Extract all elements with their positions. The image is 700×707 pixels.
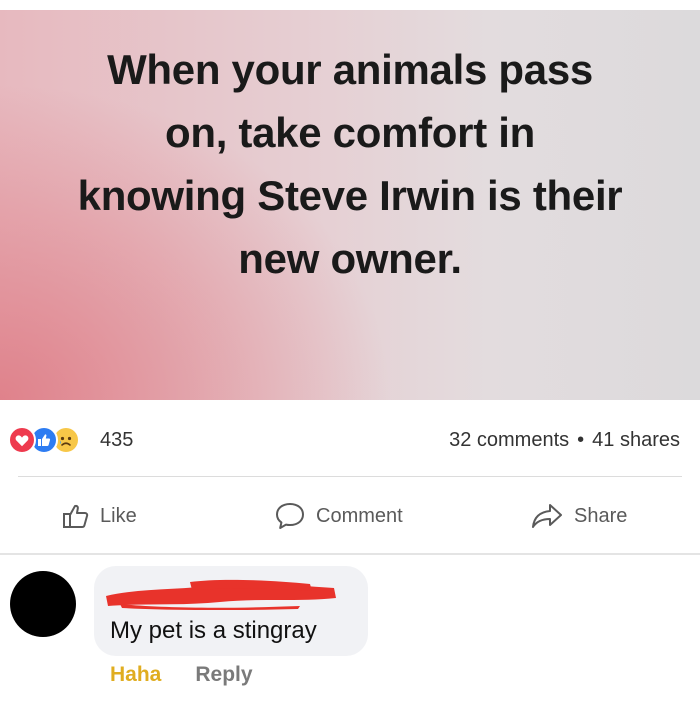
post-caption: When your animals pass on, take comfort … bbox=[20, 38, 680, 290]
caption-line: knowing Steve Irwin is their bbox=[77, 172, 623, 219]
section-divider bbox=[0, 553, 700, 555]
caption-line: on, take comfort in bbox=[164, 109, 535, 156]
share-button[interactable]: Share bbox=[530, 494, 627, 538]
caption-line: new owner. bbox=[238, 235, 462, 282]
reaction-count[interactable]: 435 bbox=[100, 426, 133, 454]
comment-actions: Haha Reply bbox=[110, 660, 253, 690]
love-icon bbox=[8, 426, 36, 454]
share-label: Share bbox=[574, 504, 628, 527]
like-button[interactable]: Like bbox=[62, 494, 137, 538]
reaction-icons[interactable] bbox=[8, 426, 98, 456]
post-actions: Like Comment Share bbox=[0, 494, 700, 538]
reactions-bar: 435 32 comments • 41 shares bbox=[0, 412, 700, 464]
shares-count[interactable]: 41 shares bbox=[592, 429, 680, 451]
share-arrow-icon bbox=[532, 504, 562, 528]
comment-label: Comment bbox=[316, 504, 403, 527]
caption-line: When your animals pass bbox=[107, 46, 593, 93]
haha-reaction-button[interactable]: Haha bbox=[110, 663, 161, 686]
divider bbox=[18, 476, 682, 477]
thumbs-up-icon bbox=[63, 504, 89, 528]
top-strip bbox=[0, 0, 700, 10]
post-image[interactable]: When your animals pass on, take comfort … bbox=[0, 0, 700, 400]
comment-bubble[interactable]: My pet is a stingray bbox=[94, 566, 368, 656]
comment-text: My pet is a stingray bbox=[110, 617, 317, 644]
comment-icon bbox=[276, 503, 304, 529]
redacted-author-name bbox=[106, 579, 336, 610]
like-label: Like bbox=[100, 504, 137, 527]
stats-separator: • bbox=[577, 429, 585, 451]
reply-button[interactable]: Reply bbox=[195, 663, 252, 686]
post-stats: 32 comments • 41 shares bbox=[449, 426, 680, 454]
avatar[interactable] bbox=[10, 571, 76, 637]
comments-count[interactable]: 32 comments bbox=[449, 429, 569, 451]
comment-button[interactable]: Comment bbox=[274, 494, 403, 538]
